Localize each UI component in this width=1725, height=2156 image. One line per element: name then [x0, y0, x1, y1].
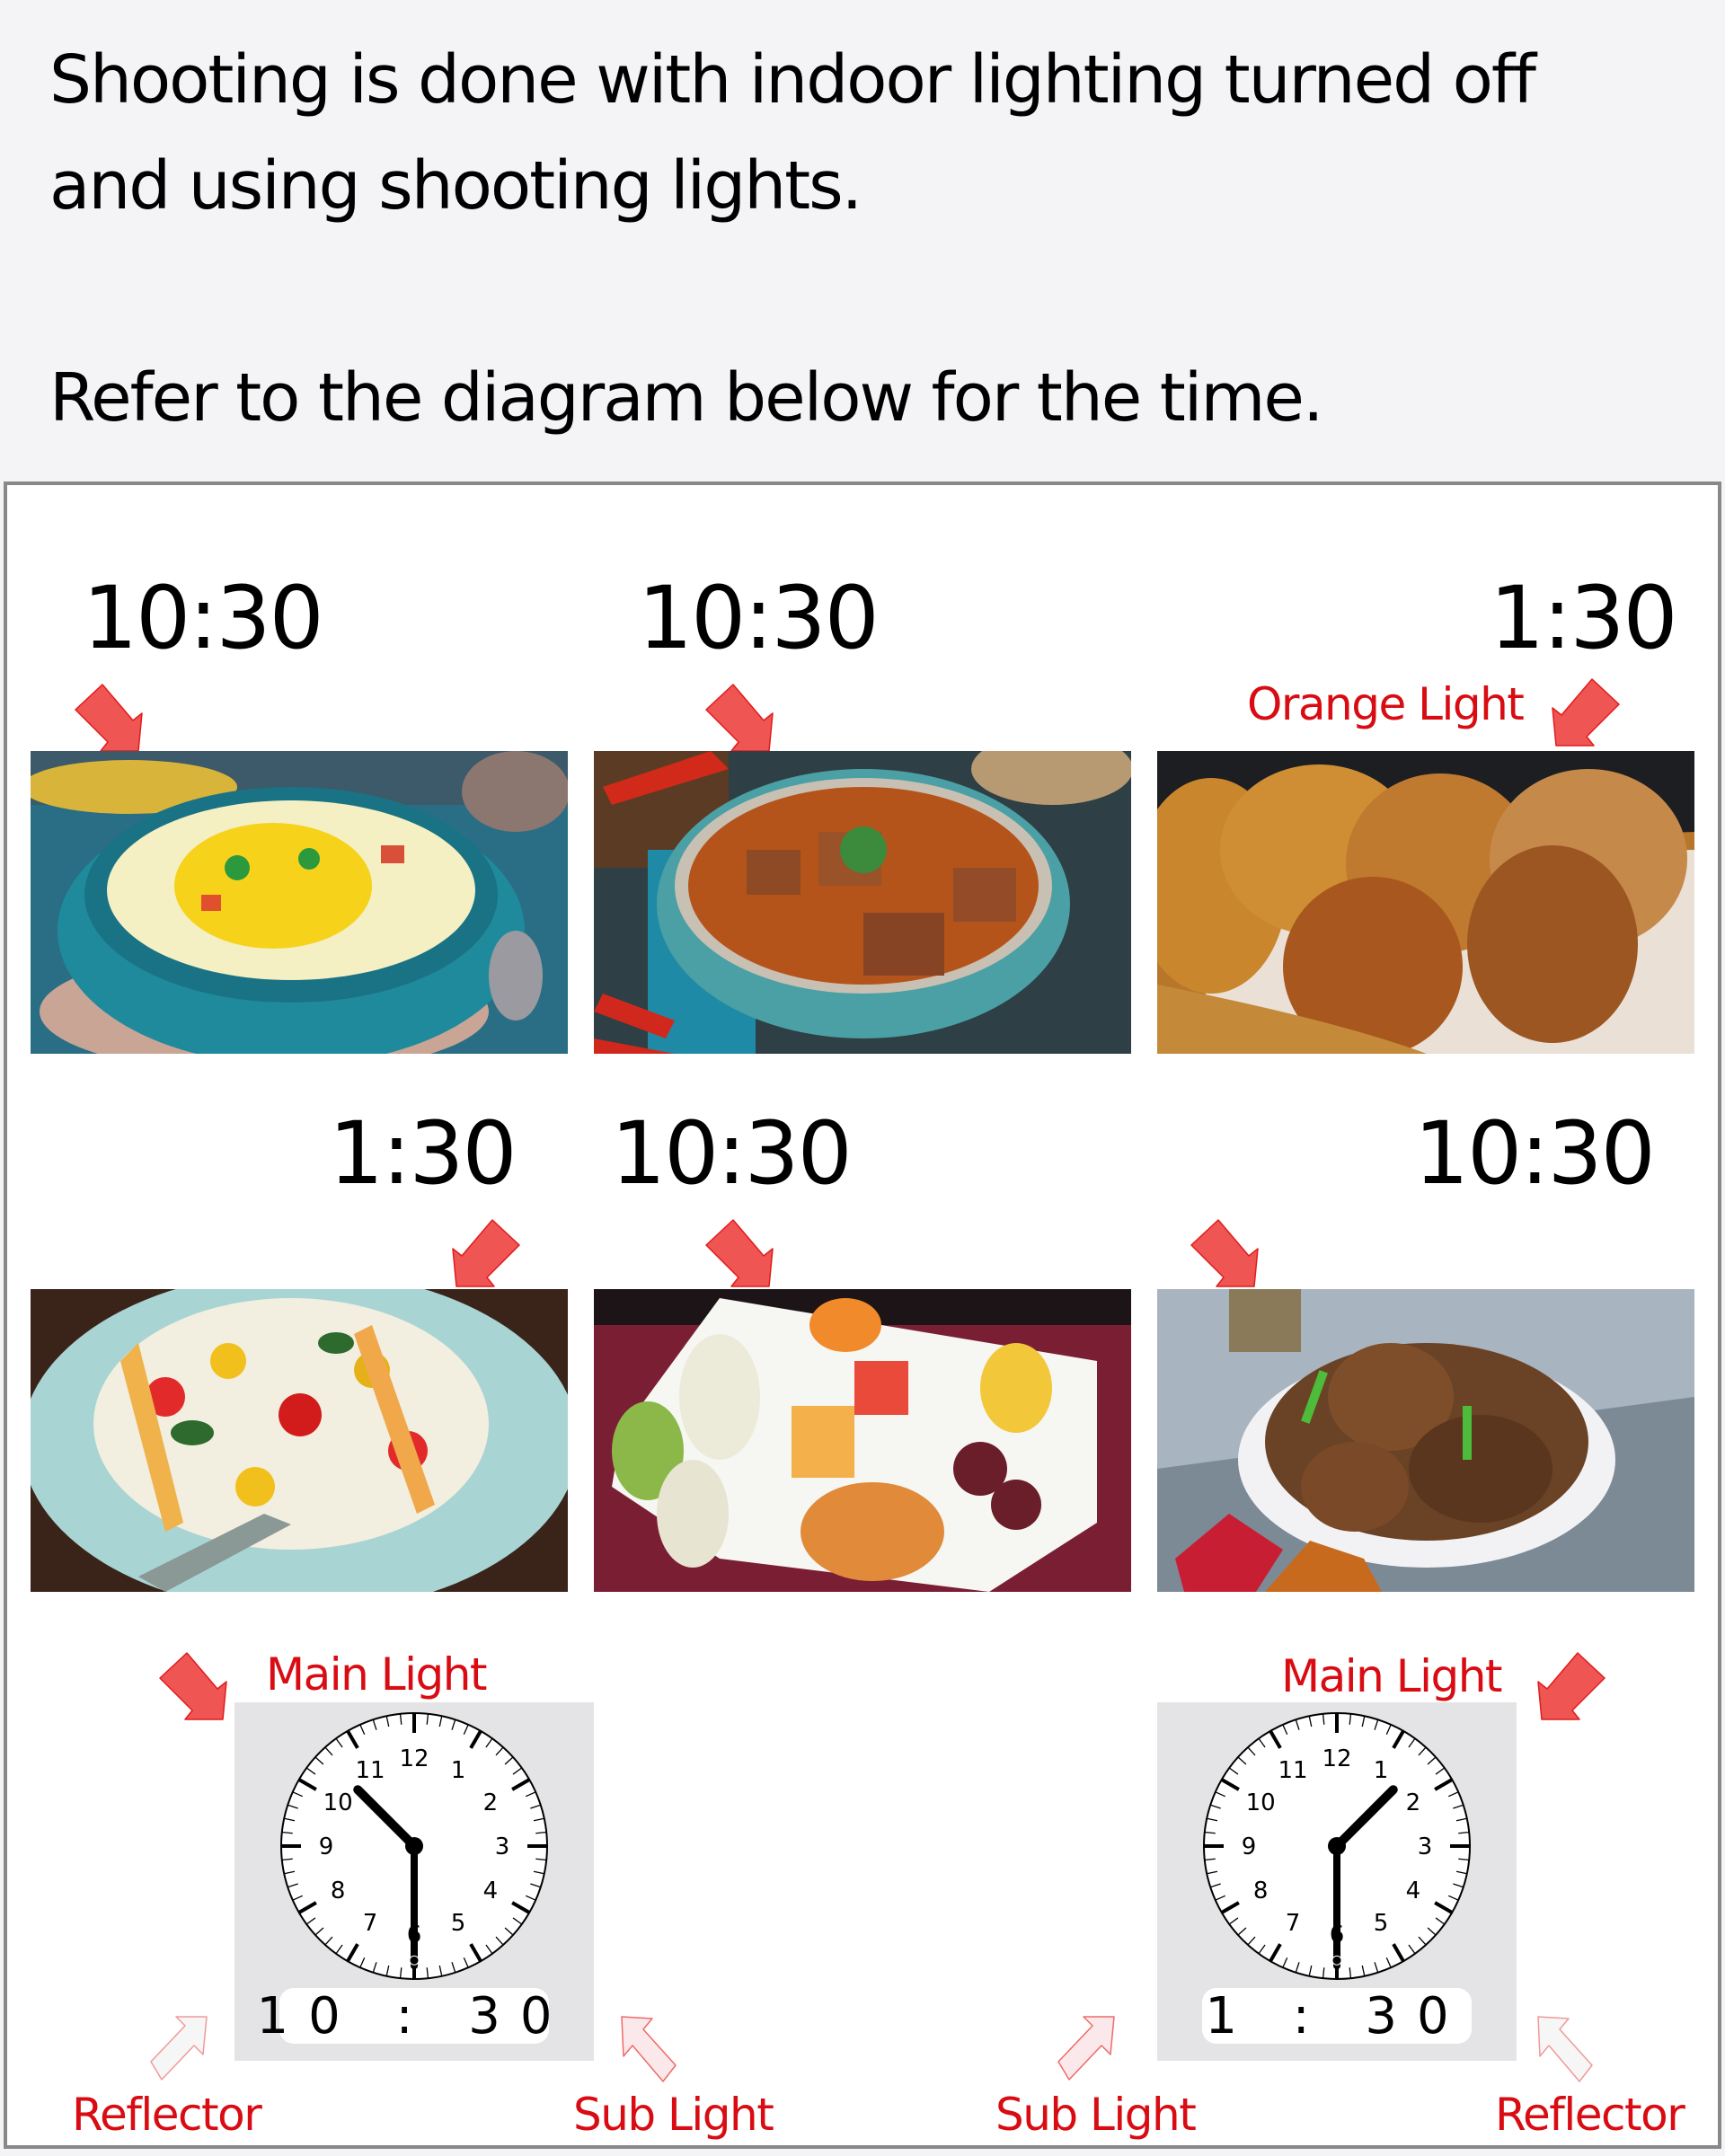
- arrow-down-left-icon: [1536, 678, 1620, 751]
- clock-numeral: 2: [1406, 1789, 1421, 1816]
- reflector-arrow-icon: [142, 2016, 214, 2089]
- sub-light-arrow-icon: [1049, 2016, 1121, 2089]
- clock-hub: [405, 1837, 423, 1855]
- clock-numeral: 8: [331, 1878, 346, 1904]
- digital-time-display: 1 : 30: [1202, 1987, 1472, 2046]
- arrow-down-right-icon: [705, 1219, 789, 1292]
- reflector-arrow-icon: [1535, 2016, 1606, 2089]
- clock-numeral: 4: [1406, 1878, 1421, 1904]
- clock-numeral: 2: [483, 1789, 499, 1816]
- clock-numeral: 11: [355, 1757, 385, 1784]
- main-light-arrow-icon: [159, 1652, 243, 1725]
- clock-numeral: 8: [1253, 1878, 1269, 1904]
- analog-clock-130: 121234567891011: [1203, 1712, 1471, 1980]
- clock-numeral: 1: [451, 1757, 466, 1784]
- photo-dish-2-beef-curry: [594, 751, 1131, 1054]
- reflector-label: Reflector: [1495, 2089, 1685, 2141]
- clock-numeral: 11: [1278, 1757, 1307, 1784]
- clock-numeral: 4: [483, 1878, 499, 1904]
- main-light-label: Main Light: [266, 1648, 488, 1701]
- intro-line-3: Refer to the diagram below for the time.: [49, 359, 1323, 437]
- photo-dish-6-braised-ribs: [1157, 1289, 1694, 1592]
- main-light-label: Main Light: [1281, 1650, 1503, 1702]
- time-label-dish-2: 10:30: [638, 568, 880, 668]
- sub-light-label: Sub Light: [573, 2089, 774, 2141]
- clock-numeral: 9: [319, 1833, 334, 1860]
- intro-line-2: and using shooting lights.: [49, 147, 862, 225]
- clock-numeral: 3: [1418, 1833, 1433, 1860]
- clock-numeral: 12: [1322, 1745, 1351, 1772]
- time-label-dish-5: 10:30: [611, 1103, 853, 1204]
- clock-numeral: 1: [1374, 1757, 1389, 1784]
- clock-numeral: 7: [363, 1910, 378, 1937]
- time-label-dish-6: 10:30: [1414, 1103, 1656, 1204]
- intro-line-1: Shooting is done with indoor lighting tu…: [49, 41, 1536, 119]
- sub-light-label: Sub Light: [995, 2089, 1197, 2141]
- digital-time-display: 10 : 30: [256, 1986, 572, 2046]
- photo-dish-5-fruit-plate: [594, 1289, 1131, 1592]
- clock-numeral: 10: [1246, 1789, 1276, 1816]
- orange-light-label: Orange Light: [1247, 678, 1525, 730]
- analog-clock-1030: 121234567891011: [280, 1712, 548, 1980]
- minute-hand-tip: [1331, 1955, 1342, 1966]
- arrow-down-right-icon: [1190, 1219, 1274, 1292]
- time-label-dish-4: 1:30: [329, 1103, 518, 1204]
- photo-dish-3-bread-rolls: [1157, 751, 1694, 1054]
- arrow-down-right-icon: [75, 684, 158, 756]
- sub-light-arrow-icon: [618, 2016, 690, 2089]
- clock-numeral: 10: [323, 1789, 353, 1816]
- time-label-dish-3: 1:30: [1490, 568, 1678, 668]
- reflector-label: Reflector: [72, 2089, 262, 2141]
- intro-text: Shooting is done with indoor lighting tu…: [49, 27, 1703, 451]
- time-label-dish-1: 10:30: [83, 568, 324, 668]
- clock-numeral: 3: [495, 1833, 510, 1860]
- clock-numeral: 9: [1242, 1833, 1257, 1860]
- clock-hub: [1328, 1837, 1346, 1855]
- clock-numeral: 12: [399, 1745, 429, 1772]
- diagram-panel: 10:30 10:30 1:30 Orange Light 1:30 10:30…: [4, 482, 1721, 2149]
- arrow-down-right-icon: [705, 684, 789, 756]
- photo-dish-4-salad-platter: [31, 1289, 568, 1592]
- arrow-down-left-icon: [437, 1219, 520, 1292]
- clock-numeral: 5: [1374, 1910, 1389, 1937]
- main-light-arrow-icon: [1522, 1652, 1606, 1725]
- clock-numeral: 7: [1286, 1910, 1301, 1937]
- photo-dish-1-corn-chowder: [31, 751, 568, 1054]
- minute-hand-tip: [409, 1955, 420, 1966]
- clock-numeral: 5: [451, 1910, 466, 1937]
